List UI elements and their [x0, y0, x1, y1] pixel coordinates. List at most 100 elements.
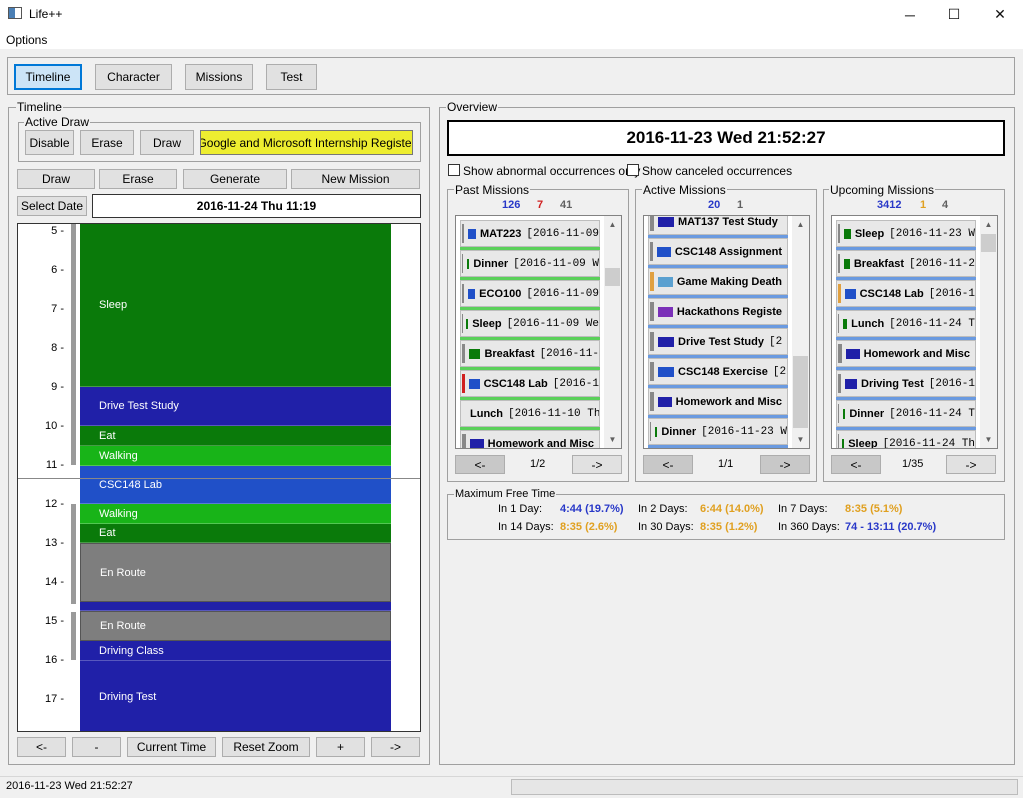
timeline-block[interactable]: Driving Class [80, 641, 391, 661]
upcoming-missions-list[interactable]: Sleep [2016-11-23 W Breakfast [2016-11-2 CSC… [831, 215, 998, 449]
mission-item[interactable]: Homework and Misc [648, 388, 788, 415]
active-next-button[interactable]: -> [760, 455, 810, 474]
timeline-block[interactable]: Walking [80, 446, 391, 466]
list-scrollbar[interactable]: ▲ ▼ [604, 216, 621, 448]
scroll-thumb[interactable] [981, 234, 996, 252]
mission-date: [2 [772, 365, 787, 378]
mission-item[interactable]: CSC148 Assignment [648, 238, 788, 265]
mission-color-icon [657, 276, 673, 287]
free-time-row-value: 8:35 (5.1%) [845, 503, 903, 515]
mission-item[interactable]: Hackathons Registe [648, 298, 788, 325]
mission-item[interactable]: Game Making Death [648, 268, 788, 295]
mission-item[interactable]: Sleep [2016-11-24 Th [836, 430, 976, 448]
close-icon[interactable]: ✕ [977, 0, 1023, 29]
timeline-canvas[interactable]: 5 - 6 - 7 - 8 - 9 - 10 - 11 - 12 - 13 - … [17, 223, 421, 732]
mission-item[interactable]: Dinner [2016-11-23 W [648, 418, 788, 445]
mission-name: Homework and Misc [863, 347, 970, 360]
generate-button[interactable]: Generate [183, 169, 287, 189]
mission-item[interactable]: MAT223 [2016-11-09 [460, 220, 600, 247]
canceled-checkbox[interactable] [627, 164, 639, 176]
mission-item[interactable]: ECO100 [2016-11-09 [460, 280, 600, 307]
scroll-down-icon[interactable]: ▼ [604, 431, 621, 448]
scroll-thumb[interactable] [793, 356, 808, 428]
timeline-block[interactable]: Eat [80, 524, 391, 543]
hour-label: 11 - [45, 459, 64, 471]
abnormal-checkbox[interactable] [448, 164, 460, 176]
timeline-block[interactable]: Eat [80, 426, 391, 446]
tab-test[interactable]: Test [266, 64, 317, 90]
timeline-block[interactable]: Walking [80, 504, 391, 524]
new-mission-button[interactable]: New Mission [291, 169, 420, 189]
scroll-down-icon[interactable]: ▼ [792, 431, 809, 448]
active-prev-button[interactable]: <- [643, 455, 693, 474]
maximize-icon[interactable]: ☐ [931, 0, 977, 29]
past-prev-button[interactable]: <- [455, 455, 505, 474]
list-scrollbar[interactable]: ▲ ▼ [980, 216, 997, 448]
past-missions-list[interactable]: MAT223 [2016-11-09 Dinner [2016-11-09 W ECO1… [455, 215, 622, 449]
scroll-up-icon[interactable]: ▲ [792, 216, 809, 233]
mission-item[interactable]: Lunch [2016-11-24 T [836, 310, 976, 337]
mission-item[interactable]: CSC148 Exercise [2 [648, 358, 788, 385]
timeline-next-button[interactable]: -> [371, 737, 420, 757]
active-erase-button[interactable]: Erase [80, 130, 134, 155]
erase-button[interactable]: Erase [99, 169, 177, 189]
scroll-up-icon[interactable]: ▲ [980, 216, 997, 233]
timeline-scroll-marker [71, 224, 76, 465]
timeline-block[interactable]: En Route [80, 543, 391, 602]
minimize-icon[interactable]: ─ [887, 0, 933, 29]
timeline-prev-button[interactable]: <- [17, 737, 66, 757]
scroll-up-icon[interactable]: ▲ [604, 216, 621, 233]
mission-item[interactable]: Driving Test [2016-1 [836, 370, 976, 397]
timeline-block[interactable] [80, 602, 391, 611]
menu-options[interactable]: Options [6, 33, 47, 47]
draw-button[interactable]: Draw [17, 169, 95, 189]
current-time-button[interactable]: Current Time [127, 737, 216, 757]
tab-missions[interactable]: Missions [185, 64, 253, 90]
active-draw-button[interactable]: Draw [140, 130, 194, 155]
timeline-block[interactable]: Driving Test [80, 661, 391, 731]
mission-item[interactable]: Dinner [2016-11-09 W [460, 250, 600, 277]
list-scrollbar[interactable]: ▲ ▼ [792, 216, 809, 448]
mission-date: [2016-11-24 T [889, 407, 975, 420]
zoom-in-button[interactable]: + [316, 737, 365, 757]
mission-item[interactable]: CSC148 Lab [2016-1 [460, 370, 600, 397]
mission-name: Sleep [854, 227, 885, 240]
mission-color-icon [468, 348, 481, 359]
mission-item[interactable]: Breakfast [2016-11- [460, 340, 600, 367]
mission-item[interactable]: CSC148 Lab [2016-1 [836, 280, 976, 307]
mission-item[interactable]: Breakfast [2016-11-2 [836, 250, 976, 277]
mission-item[interactable]: Homework and Misc [836, 340, 976, 367]
mission-item[interactable]: Sleep [2016-11-23 W [836, 220, 976, 247]
past-next-button[interactable]: -> [572, 455, 622, 474]
menu-bar [0, 29, 1023, 49]
scroll-down-icon[interactable]: ▼ [980, 431, 997, 448]
mission-name: Sleep [472, 317, 502, 330]
zoom-out-button[interactable]: - [72, 737, 121, 757]
current-mission-button[interactable]: Google and Microsoft Internship Register [200, 130, 413, 155]
timeline-block[interactable]: Drive Test Study [80, 387, 391, 426]
mission-date: [2016-11-09 We [506, 317, 599, 330]
mission-item[interactable]: Lunch [2016-11-10 Th [460, 400, 600, 427]
mission-item[interactable]: Dinner [2016-11-24 T [836, 400, 976, 427]
timeline-block[interactable]: CSC148 Lab [80, 466, 391, 504]
reset-zoom-button[interactable]: Reset Zoom [222, 737, 310, 757]
mission-item[interactable]: Homework and Misc [460, 430, 600, 448]
mission-item[interactable]: MAT137 Test Study [648, 216, 788, 235]
upcoming-prev-button[interactable]: <- [831, 455, 881, 474]
mission-item[interactable]: Sleep [2016-11-09 We [460, 310, 600, 337]
mission-name: Breakfast [484, 347, 535, 360]
timeline-block[interactable]: Sleep [80, 224, 391, 387]
status-bar-icon [462, 284, 464, 303]
status-bar-icon [650, 332, 654, 351]
disable-button[interactable]: Disable [25, 130, 74, 155]
mission-item[interactable]: Drive Test Study [2 [648, 328, 788, 355]
active-missions-list[interactable]: MAT137 Test Study CSC148 Assignment Game M… [643, 215, 810, 449]
select-date-button[interactable]: Select Date [17, 196, 87, 216]
tab-timeline[interactable]: Timeline [14, 64, 82, 90]
upcoming-next-button[interactable]: -> [946, 455, 996, 474]
mission-name: Dinner [849, 407, 885, 420]
tab-character[interactable]: Character [95, 64, 172, 90]
timeline-block[interactable]: En Route [80, 611, 391, 641]
scroll-thumb[interactable] [605, 268, 620, 286]
upcoming-page-indicator: 1/35 [902, 458, 924, 470]
